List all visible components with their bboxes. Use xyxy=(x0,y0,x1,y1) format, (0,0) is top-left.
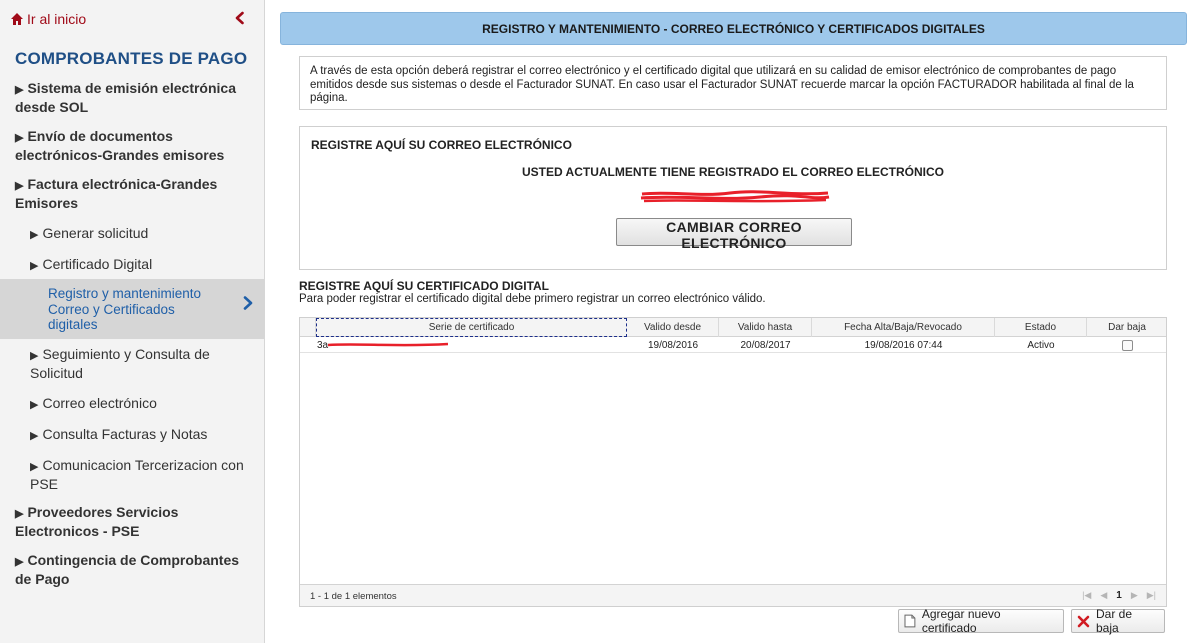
sidebar-item-label: Registro y mantenimiento Correo y Certif… xyxy=(48,286,202,332)
cell-estado: Activo xyxy=(1027,339,1055,351)
table-row[interactable]: 3a 19/08/2016 20/08/2017 19/08/2016 07:4… xyxy=(300,337,1166,353)
page-title: REGISTRO Y MANTENIMIENTO - CORREO ELECTR… xyxy=(280,12,1187,45)
cert-section-title: REGISTRE AQUÍ SU CERTIFICADO DIGITAL xyxy=(299,279,550,293)
triangle-right-icon: ▶ xyxy=(15,180,24,192)
cell-dar-baja xyxy=(1087,337,1167,353)
home-link[interactable]: Ir al inicio xyxy=(10,11,86,27)
close-x-icon xyxy=(1077,615,1090,627)
sidebar-item-label: Certificado Digital xyxy=(42,256,153,272)
sidebar-item-correo[interactable]: ▶ Correo electrónico xyxy=(0,395,264,414)
sidebar-item-label: Sistema de emisión electrónica desde SOL xyxy=(15,80,236,115)
info-text: A través de esta opción deberá registrar… xyxy=(299,56,1167,110)
chevron-right-icon xyxy=(243,296,253,310)
redacted-email xyxy=(640,190,830,203)
main-content: REGISTRO Y MANTENIMIENTO - CORREO ELECTR… xyxy=(280,0,1196,643)
first-page-icon[interactable]: |◀ xyxy=(1082,590,1091,601)
chevron-left-icon[interactable] xyxy=(232,10,248,26)
app-root: Ir al inicio COMPROBANTES DE PAGO ▶ Siste… xyxy=(0,0,1200,643)
add-certificate-button[interactable]: Agregar nuevo certificado xyxy=(898,607,1064,635)
registered-email-label: USTED ACTUALMENTE TIENE REGISTRADO EL CO… xyxy=(521,165,944,179)
next-page-icon[interactable]: ▶ xyxy=(1131,590,1138,601)
column-header-valido-hasta[interactable]: Valido hasta xyxy=(719,318,812,337)
sidebar-item-envio-documentos[interactable]: ▶ Envío de documentos electrónicos-Grande… xyxy=(0,128,264,164)
sidebar-item-label: Factura electrónica-Grandes Emisores xyxy=(15,176,218,211)
last-page-icon[interactable]: ▶| xyxy=(1147,590,1156,601)
email-section-title: REGISTRE AQUÍ SU CORREO ELECTRÓNICO xyxy=(311,138,572,152)
cell-serie: 3a xyxy=(316,337,456,353)
row-selector-header xyxy=(300,318,316,337)
column-header-serie[interactable]: Serie de certificado xyxy=(316,318,627,337)
sidebar-item-consulta-facturas[interactable]: ▶ Consulta Facturas y Notas xyxy=(0,426,264,445)
sidebar-item-label: Generar solicitud xyxy=(42,225,149,241)
sidebar-item-tercerizacion[interactable]: ▶ Comunicacion Tercerizacion con PSE xyxy=(0,457,264,493)
sidebar-item-certificado-digital[interactable]: ▶ Certificado Digital xyxy=(0,256,264,275)
sidebar-item-label: Contingencia de Comprobantes de Pago xyxy=(15,552,240,587)
change-email-button[interactable]: CAMBIAR CORREO ELECTRÓNICO xyxy=(616,218,852,251)
cert-section-subtitle: Para poder registrar el certificado digi… xyxy=(299,293,766,305)
triangle-right-icon: ▶ xyxy=(30,260,39,272)
row-selector[interactable] xyxy=(300,337,316,353)
column-header-dar-baja[interactable]: Dar baja xyxy=(1087,318,1167,337)
dar-de-baja-button[interactable]: Dar de baja xyxy=(1071,607,1165,635)
add-certificate-label: Agregar nuevo certificado xyxy=(921,607,1001,635)
triangle-right-icon: ▶ xyxy=(15,132,24,144)
pagination-count: 1 - 1 de 1 elementos xyxy=(310,591,397,602)
section-title: COMPROBANTES DE PAGO xyxy=(15,49,248,68)
sidebar-item-label: Envío de documentos electrónicos-Grandes… xyxy=(15,128,225,163)
grid-footer: 1 - 1 de 1 elementos |◀ ◀ 1 ▶ ▶| xyxy=(300,584,1166,606)
column-header-valido-desde[interactable]: Valido desde xyxy=(627,318,719,337)
prev-page-icon[interactable]: ◀ xyxy=(1100,590,1107,601)
triangle-right-icon: ▶ xyxy=(30,229,39,241)
triangle-right-icon: ▶ xyxy=(30,399,39,411)
pager: |◀ ◀ 1 ▶ ▶| xyxy=(1082,590,1156,601)
triangle-right-icon: ▶ xyxy=(30,430,39,442)
certificates-grid: Serie de certificado Valido desde Valido… xyxy=(299,317,1167,607)
column-header-estado[interactable]: Estado xyxy=(995,318,1087,337)
sidebar-item-label: Consulta Facturas y Notas xyxy=(42,426,208,442)
triangle-right-icon: ▶ xyxy=(15,508,24,520)
sidebar-item-label: Proveedores Servicios Electronicos - PSE xyxy=(15,504,179,539)
sidebar-item-label: Comunicacion Tercerizacion con PSE xyxy=(30,457,244,492)
sidebar-item-registro-mantenimiento[interactable]: Registro y mantenimiento Correo y Certif… xyxy=(0,279,264,339)
cell-valido-hasta: 20/08/2017 xyxy=(740,339,791,351)
triangle-right-icon: ▶ xyxy=(15,556,24,568)
cell-fecha: 19/08/2016 07:44 xyxy=(864,339,943,351)
sidebar-item-seguimiento[interactable]: ▶ Seguimiento y Consulta de Solicitud xyxy=(0,346,264,382)
home-link-label: Ir al inicio xyxy=(27,11,87,27)
email-section: REGISTRE AQUÍ SU CORREO ELECTRÓNICO USTE… xyxy=(299,126,1167,270)
grid-header: Serie de certificado Valido desde Valido… xyxy=(300,318,1166,337)
redacted-serie xyxy=(328,342,449,347)
dar-de-baja-label: Dar de baja xyxy=(1095,607,1133,635)
home-icon xyxy=(11,13,23,25)
sidebar-item-proveedores-pse[interactable]: ▶ Proveedores Servicios Electronicos - PS… xyxy=(0,504,264,540)
column-header-fecha[interactable]: Fecha Alta/Baja/Revocado xyxy=(812,318,995,337)
document-icon xyxy=(904,614,916,628)
sidebar-item-generar-solicitud[interactable]: ▶ Generar solicitud xyxy=(0,225,264,244)
current-page[interactable]: 1 xyxy=(1116,590,1122,601)
triangle-right-icon: ▶ xyxy=(15,84,24,96)
cell-valido-desde: 19/08/2016 xyxy=(647,339,699,351)
triangle-right-icon: ▶ xyxy=(30,461,39,473)
sidebar: Ir al inicio COMPROBANTES DE PAGO ▶ Siste… xyxy=(0,0,265,643)
triangle-right-icon: ▶ xyxy=(30,350,39,362)
sidebar-item-label: Seguimiento y Consulta de Solicitud xyxy=(30,346,210,381)
sidebar-item-label: Correo electrónico xyxy=(42,395,157,411)
sidebar-item-contingencia[interactable]: ▶ Contingencia de Comprobantes de Pago xyxy=(0,552,264,588)
cell-serie-text: 3a xyxy=(317,339,329,351)
sidebar-item-factura-grandes[interactable]: ▶ Factura electrónica-Grandes Emisores xyxy=(0,176,264,212)
sidebar-item-emision-sol[interactable]: ▶ Sistema de emisión electrónica desde SO… xyxy=(0,80,264,116)
dar-baja-checkbox[interactable] xyxy=(1121,339,1133,351)
